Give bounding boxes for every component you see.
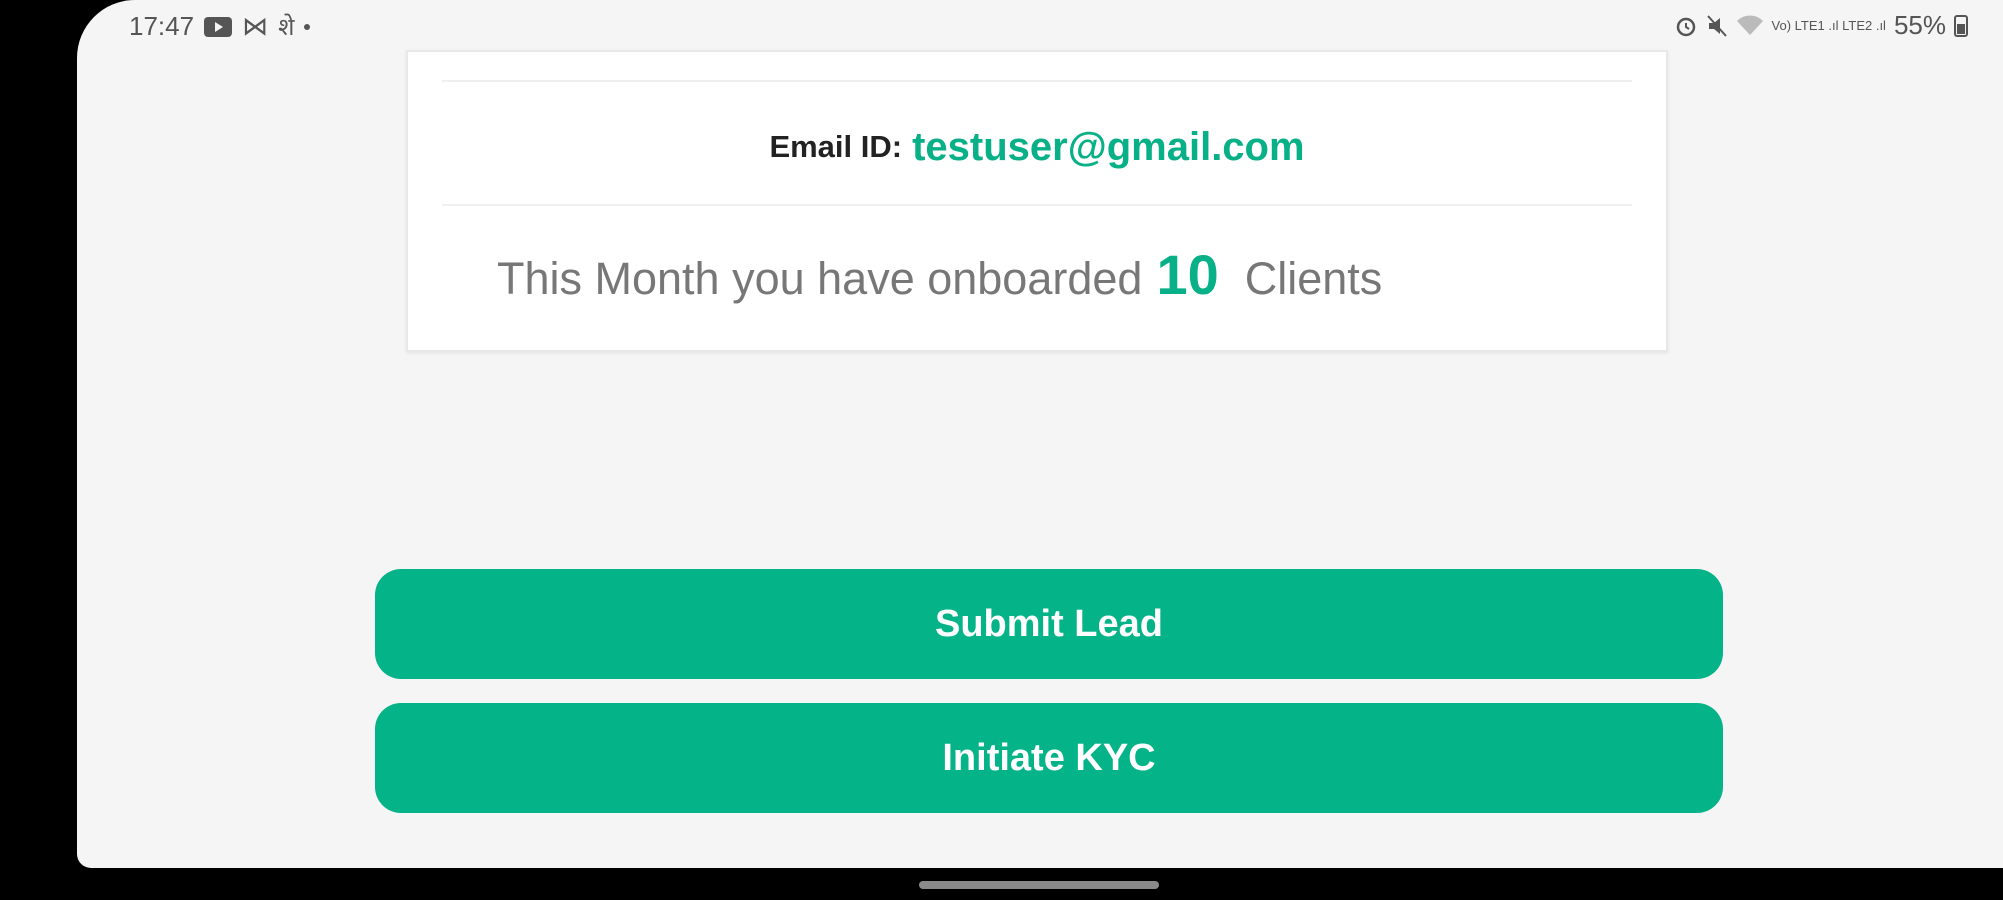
signal-icon: Vo) LTE1 .ıl LTE2 .ıl (1771, 18, 1886, 33)
onboard-prefix: This Month you have onboarded (497, 253, 1143, 304)
card-divider-middle (442, 204, 1632, 206)
status-time: 17:47 (129, 11, 195, 41)
submit-lead-button[interactable]: Submit Lead (375, 569, 1723, 679)
language-icon: शे (278, 14, 295, 41)
email-row: Email ID: testuser@gmail.com (408, 122, 1666, 172)
battery-percentage: 55% (1893, 10, 1946, 40)
mute-icon (1706, 14, 1728, 38)
initiate-kyc-button[interactable]: Initiate KYC (375, 703, 1723, 813)
battery-icon (1954, 14, 1968, 37)
email-label: Email ID: (769, 129, 903, 164)
wifi-icon (1736, 14, 1764, 37)
profile-card: Email ID: testuser@gmail.com This Month … (406, 50, 1668, 352)
alarm-icon (1674, 14, 1698, 38)
onboard-count: 10 (1156, 243, 1219, 306)
status-bar: 17:47 ⋈ शे Vo) LTE1 .ıl LTE2 .ıl 55% (77, 0, 2003, 52)
status-left: 17:47 ⋈ शे (129, 10, 311, 43)
mail-icon: ⋈ (242, 11, 269, 41)
onboard-summary: This Month you have onboarded 10 Clients (497, 242, 1382, 322)
app-screen: 17:47 ⋈ शे Vo) LTE1 .ıl LTE2 .ıl 55% Ema… (77, 0, 2003, 868)
home-indicator[interactable] (919, 881, 1159, 889)
status-right: Vo) LTE1 .ıl LTE2 .ıl 55% (1674, 10, 1968, 41)
onboard-suffix: Clients (1244, 253, 1383, 304)
notification-dot-icon (304, 23, 311, 30)
card-divider-top (442, 80, 1632, 82)
youtube-icon (204, 16, 233, 37)
email-value: testuser@gmail.com (912, 124, 1305, 169)
